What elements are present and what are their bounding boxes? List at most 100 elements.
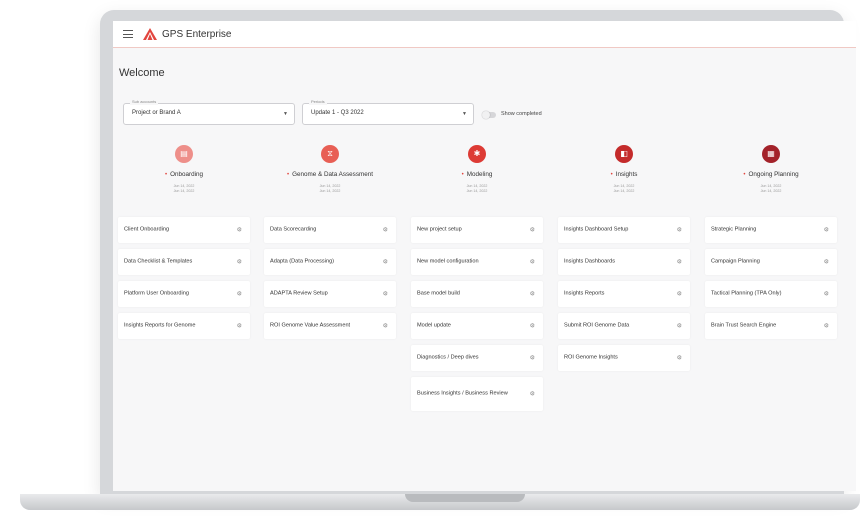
task-label: Submit ROI Genome Data (564, 322, 630, 329)
dna-icon: ⧖ (321, 145, 339, 163)
show-completed-label: Show completed (501, 111, 542, 117)
phase-date: Jun 14, 2022 (466, 189, 488, 193)
periods-label: Periods (309, 99, 327, 105)
task-label: Business Insights / Business Review (417, 390, 508, 397)
phase-title[interactable]: • Modeling (411, 171, 543, 178)
task-label: ROI Genome Insights (564, 354, 618, 361)
task-card[interactable]: Insights Reports for Genome ⚙ (118, 313, 250, 339)
phase-column: ◧ • Insights Jun 14, 2022 Jun 14, 2022 Insigh… (558, 145, 690, 371)
phase-task-list: Strategic Planning ⚙ Campaign Planning ⚙ Tac… (705, 217, 837, 345)
settings-icon[interactable]: ⚙ (237, 259, 242, 266)
settings-icon[interactable]: ⚙ (530, 355, 535, 362)
task-card[interactable]: Business Insights / Business Review ⚙ (411, 377, 543, 411)
phase-column: ▤ • Onboarding Jun 14, 2022 Jun 14, 2022 Clie… (118, 145, 250, 339)
task-card[interactable]: Submit ROI Genome Data ⚙ (558, 313, 690, 339)
settings-icon[interactable]: ⚙ (530, 291, 535, 298)
task-card[interactable]: New project setup ⚙ (411, 217, 543, 243)
status-dot: • (164, 172, 168, 178)
phase-title-text: Onboarding (170, 171, 204, 178)
phase-title-text: Modeling (466, 171, 493, 178)
task-label: Data Checklist & Templates (124, 258, 193, 265)
task-label: Tactical Planning (TPA Only) (711, 290, 782, 297)
task-label: Insights Reports (564, 290, 605, 297)
settings-icon[interactable]: ⚙ (237, 291, 242, 298)
settings-icon[interactable]: ⚙ (383, 291, 388, 298)
settings-icon[interactable]: ⚙ (677, 291, 682, 298)
settings-icon[interactable]: ⚙ (824, 227, 829, 234)
task-card[interactable]: Model update ⚙ (411, 313, 543, 339)
task-card[interactable]: Campaign Planning ⚙ (705, 249, 837, 275)
gps-logo-icon (143, 28, 157, 40)
settings-icon[interactable]: ⚙ (237, 323, 242, 330)
insights-icon: ◧ (615, 145, 633, 163)
phase-title[interactable]: • Genome & Data Assessment (264, 171, 396, 178)
phase-date: Jun 14, 2022 (319, 189, 341, 193)
clipboard-icon: ▤ (175, 145, 193, 163)
phase-dates: Jun 14, 2022 Jun 14, 2022 (558, 184, 690, 194)
settings-icon[interactable]: ⚙ (383, 259, 388, 266)
app-header: GPS Enterprise (113, 21, 856, 48)
phase-header: ✱ • Modeling Jun 14, 2022 Jun 14, 2022 (411, 145, 543, 194)
settings-icon[interactable]: ⚙ (824, 323, 829, 330)
phase-task-list: New project setup ⚙ New model configuratio… (411, 217, 543, 417)
task-label: Insights Dashboards (564, 258, 615, 265)
phase-column: ⧖ • Genome & Data Assessment Jun 14, 2022 Ju… (264, 145, 396, 339)
phase-title-text: Insights (615, 171, 638, 178)
phase-task-list: Client Onboarding ⚙ Data Checklist & Templ… (118, 217, 250, 345)
task-card[interactable]: ROI Genome Value Assessment ⚙ (264, 313, 396, 339)
phase-column: ▦ • Ongoing Planning Jun 14, 2022 Jun 14, 20… (705, 145, 837, 339)
phase-header: ◧ • Insights Jun 14, 2022 Jun 14, 2022 (558, 145, 690, 194)
status-dot: • (461, 172, 464, 178)
settings-icon[interactable]: ⚙ (237, 227, 242, 234)
settings-icon[interactable]: ⚙ (824, 291, 829, 298)
menu-icon[interactable] (123, 30, 133, 38)
task-card[interactable]: Brain Trust Search Engine ⚙ (705, 313, 837, 339)
phase-column: ✱ • Modeling Jun 14, 2022 Jun 14, 2022 New pr… (411, 145, 543, 411)
task-card[interactable]: Client Onboarding ⚙ (118, 217, 250, 243)
task-card[interactable]: ADAPTA Review Setup ⚙ (264, 281, 396, 307)
task-label: Campaign Planning (711, 258, 760, 265)
task-card[interactable]: Platform User Onboarding ⚙ (118, 281, 250, 307)
task-card[interactable]: Diagnostics / Deep dives ⚙ (411, 345, 543, 371)
settings-icon[interactable]: ⚙ (824, 259, 829, 266)
settings-icon[interactable]: ⚙ (677, 323, 682, 330)
task-label: ADAPTA Review Setup (270, 290, 328, 297)
settings-icon[interactable]: ⚙ (677, 259, 682, 266)
settings-icon[interactable]: ⚙ (530, 323, 535, 330)
task-card[interactable]: Strategic Planning ⚙ (705, 217, 837, 243)
periods-value: Update 1 - Q3 2022 (311, 110, 364, 116)
task-card[interactable]: ROI Genome Insights ⚙ (558, 345, 690, 371)
settings-icon[interactable]: ⚙ (677, 355, 682, 362)
settings-icon[interactable]: ⚙ (677, 227, 682, 234)
settings-icon[interactable]: ⚙ (383, 227, 388, 234)
task-card[interactable]: New model configuration ⚙ (411, 249, 543, 275)
task-label: Platform User Onboarding (124, 290, 189, 297)
task-card[interactable]: Base model build ⚙ (411, 281, 543, 307)
phase-dates: Jun 14, 2022 Jun 14, 2022 (264, 184, 396, 194)
task-card[interactable]: Tactical Planning (TPA Only) ⚙ (705, 281, 837, 307)
phase-title[interactable]: • Ongoing Planning (705, 171, 837, 178)
task-label: Insights Dashboard Setup (564, 226, 629, 233)
task-card[interactable]: Insights Dashboards ⚙ (558, 249, 690, 275)
status-dot: • (743, 172, 746, 178)
task-card[interactable]: Data Checklist & Templates ⚙ (118, 249, 250, 275)
phase-title[interactable]: • Onboarding (118, 171, 250, 178)
app-title: GPS Enterprise (162, 28, 232, 40)
task-card[interactable]: Insights Reports ⚙ (558, 281, 690, 307)
task-card[interactable]: Adapta (Data Processing) ⚙ (264, 249, 396, 275)
task-label: New project setup (417, 226, 462, 233)
periods-select[interactable]: Periods Update 1 - Q3 2022 ▼ (302, 99, 474, 125)
settings-icon[interactable]: ⚙ (530, 227, 535, 234)
task-card[interactable]: Insights Dashboard Setup ⚙ (558, 217, 690, 243)
task-label: Diagnostics / Deep dives (417, 354, 479, 361)
task-label: Model update (417, 322, 451, 329)
task-card[interactable]: Data Scorecarding ⚙ (264, 217, 396, 243)
settings-icon[interactable]: ⚙ (383, 323, 388, 330)
show-completed-toggle[interactable] (482, 111, 496, 119)
settings-icon[interactable]: ⚙ (530, 391, 535, 398)
phase-title[interactable]: • Insights (558, 171, 690, 178)
sub-accounts-select[interactable]: Sub accounts Project or Brand A ▼ (123, 99, 295, 125)
task-label: Client Onboarding (124, 226, 170, 233)
settings-icon[interactable]: ⚙ (530, 259, 535, 266)
phase-dates: Jun 14, 2022 Jun 14, 2022 (411, 184, 543, 194)
